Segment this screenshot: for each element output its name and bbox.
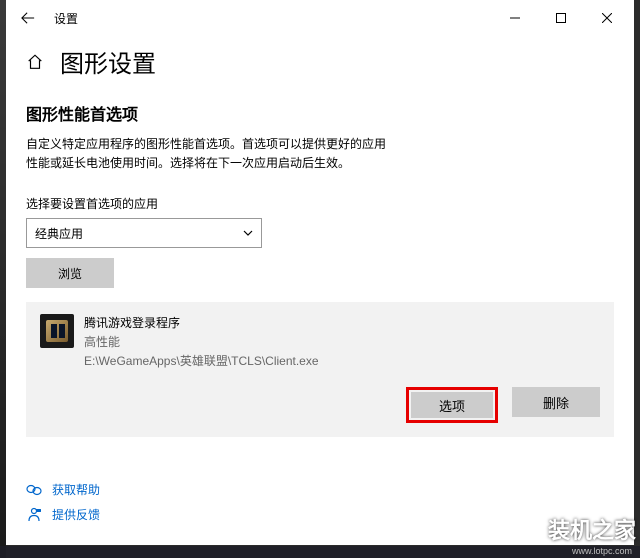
titlebar: 设置 [6, 0, 634, 36]
maximize-button[interactable] [538, 2, 584, 34]
section-heading: 图形性能首选项 [26, 101, 614, 125]
window-title: 设置 [54, 10, 78, 27]
highlight-annotation: 选项 [406, 387, 498, 423]
get-help-link[interactable]: 获取帮助 [26, 481, 100, 498]
feedback-icon [26, 507, 42, 523]
app-icon [40, 314, 74, 348]
feedback-link[interactable]: 提供反馈 [26, 506, 100, 523]
home-icon[interactable] [26, 53, 44, 71]
watermark: 装机之家 [500, 505, 636, 552]
content-area: 图形性能首选项 自定义特定应用程序的图形性能首选项。首选项可以提供更好的应用性能… [6, 91, 634, 545]
close-button[interactable] [584, 2, 630, 34]
watermark-text: 装机之家 [548, 513, 636, 545]
star-icon [500, 505, 542, 547]
section-description: 自定义特定应用程序的图形性能首选项。首选项可以提供更好的应用性能或延长电池使用时… [26, 135, 386, 173]
chevron-down-icon [243, 228, 253, 238]
app-performance-mode: 高性能 [84, 333, 319, 350]
browse-button[interactable]: 浏览 [26, 258, 114, 288]
footer-links: 获取帮助 提供反馈 [26, 481, 100, 523]
minimize-icon [510, 13, 520, 23]
watermark-url: www.lotpc.com [572, 546, 632, 556]
app-name: 腾讯游戏登录程序 [84, 314, 319, 331]
page-header: 图形设置 [6, 36, 634, 91]
settings-window: 设置 图形设置 图形性能首选项 自定义特定应用程序的图形性能首选项。首选项可以提… [6, 0, 634, 545]
minimize-button[interactable] [492, 2, 538, 34]
app-path: E:\WeGameApps\英雄联盟\TCLS\Client.exe [84, 352, 319, 369]
back-arrow-icon [21, 11, 35, 25]
app-card: 腾讯游戏登录程序 高性能 E:\WeGameApps\英雄联盟\TCLS\Cli… [26, 302, 614, 437]
dropdown-value: 经典应用 [35, 225, 83, 242]
help-icon [26, 482, 42, 498]
close-icon [602, 13, 612, 23]
feedback-label: 提供反馈 [52, 506, 100, 523]
options-button[interactable]: 选项 [411, 392, 493, 418]
page-title: 图形设置 [60, 44, 156, 79]
maximize-icon [556, 13, 566, 23]
remove-button[interactable]: 删除 [512, 387, 600, 417]
app-selector-label: 选择要设置首选项的应用 [26, 195, 614, 212]
app-type-dropdown[interactable]: 经典应用 [26, 218, 262, 248]
back-button[interactable] [10, 0, 46, 36]
get-help-label: 获取帮助 [52, 481, 100, 498]
